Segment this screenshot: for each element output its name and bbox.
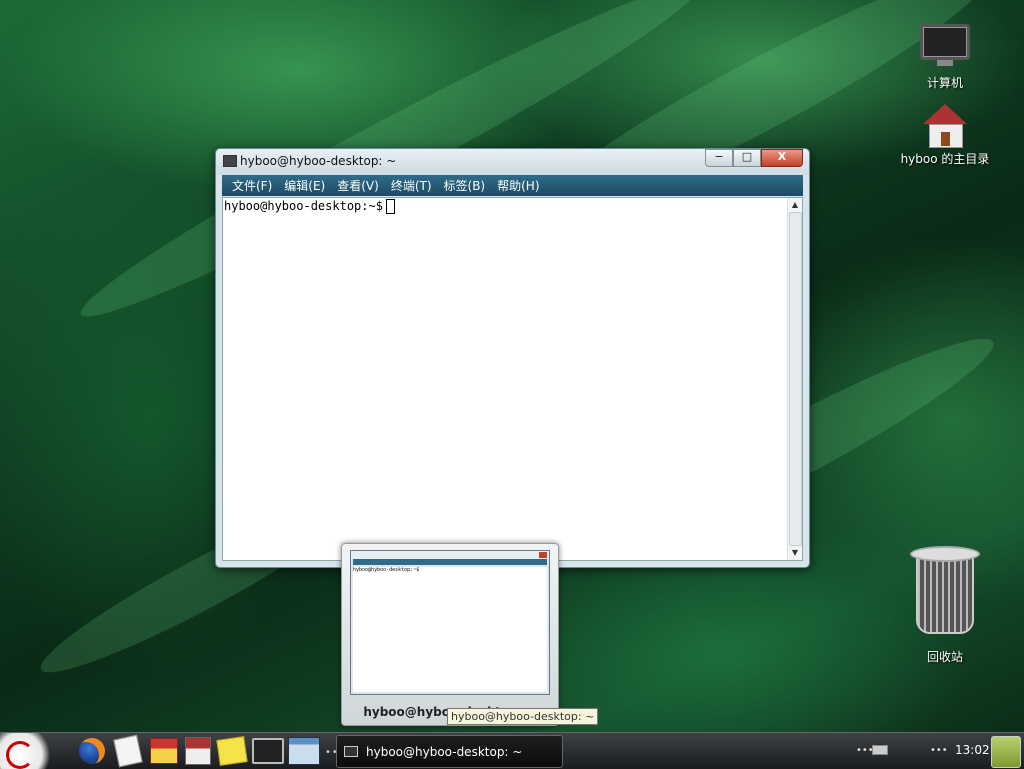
desktop-icon-label: 计算机	[926, 76, 963, 90]
text-cursor	[385, 199, 395, 214]
trash-icon	[910, 546, 980, 638]
terminal-window[interactable]: hyboo@hyboo-desktop: ~ − □ X 文件(F) 编辑(E)…	[215, 148, 810, 568]
preview-thumbnail: hyboo@hyboo-desktop:~$	[350, 550, 550, 695]
main-menu-button[interactable]	[0, 733, 72, 769]
desktop-icon-label: hyboo 的主目录	[900, 152, 990, 166]
notes-icon[interactable]	[216, 735, 248, 767]
desktop-icon-computer[interactable]: 计算机	[890, 24, 1000, 91]
window-titlebar[interactable]: hyboo@hyboo-desktop: ~ − □ X	[216, 149, 809, 175]
separator-icon: •••	[930, 745, 948, 756]
menu-bar: 文件(F) 编辑(E) 查看(V) 终端(T) 标签(B) 帮助(H)	[222, 175, 803, 196]
scroll-up-arrow-icon[interactable]: ▲	[788, 199, 802, 211]
home-folder-icon	[923, 104, 967, 148]
tooltip: hyboo@hyboo-desktop: ~	[447, 708, 599, 725]
menu-help[interactable]: 帮助(H)	[491, 177, 545, 194]
terminal-icon[interactable]	[252, 735, 284, 767]
debian-swirl-icon	[6, 741, 34, 769]
text-editor-icon[interactable]	[112, 734, 144, 768]
clock[interactable]: 13:02	[955, 743, 990, 757]
menu-file[interactable]: 文件(F)	[226, 177, 278, 194]
trash-applet-icon[interactable]	[991, 736, 1021, 768]
workspace-icon[interactable]	[288, 735, 320, 767]
taskbar-button[interactable]: hyboo@hyboo-desktop: ~	[336, 735, 563, 768]
menu-view[interactable]: 查看(V)	[331, 177, 385, 194]
firefox-icon[interactable]	[76, 735, 108, 767]
scroll-thumb[interactable]	[789, 212, 802, 546]
home-icon[interactable]	[182, 735, 214, 767]
window-title: hyboo@hyboo-desktop: ~	[240, 154, 397, 168]
terminal-prompt: hyboo@hyboo-desktop:~$	[224, 199, 395, 214]
terminal-icon	[223, 155, 237, 167]
close-button[interactable]: X	[761, 149, 803, 167]
window-preview[interactable]: hyboo@hyboo-desktop:~$ hyboo@hyboo-deskt…	[341, 543, 559, 726]
desktop-icon-label: 回收站	[926, 650, 963, 664]
mini-prompt: hyboo@hyboo-desktop:~$	[353, 567, 420, 573]
bottom-panel: ••• hyboo@hyboo-desktop: ~ ••• ••• 13:02	[0, 732, 1024, 769]
computer-icon	[920, 24, 970, 66]
menu-tabs[interactable]: 标签(B)	[438, 177, 492, 194]
terminal-area[interactable]: hyboo@hyboo-desktop:~$ ▲ ▼	[222, 197, 803, 561]
desktop-icon-trash[interactable]: 回收站	[890, 546, 1000, 665]
taskbar-label: hyboo@hyboo-desktop: ~	[366, 744, 523, 759]
network-icon[interactable]	[872, 745, 888, 755]
vertical-scrollbar[interactable]: ▲ ▼	[787, 198, 802, 560]
minimize-button[interactable]: −	[705, 149, 733, 167]
prompt-text: hyboo@hyboo-desktop:~$	[224, 199, 383, 213]
terminal-icon	[344, 746, 358, 757]
menu-edit[interactable]: 编辑(E)	[278, 177, 331, 194]
maximize-button[interactable]: □	[733, 149, 761, 167]
desktop-icon-home[interactable]: hyboo 的主目录	[890, 104, 1000, 167]
home-folder-icon[interactable]	[148, 735, 180, 767]
scroll-down-arrow-icon[interactable]: ▼	[788, 547, 802, 559]
menu-terminal[interactable]: 终端(T)	[385, 177, 438, 194]
